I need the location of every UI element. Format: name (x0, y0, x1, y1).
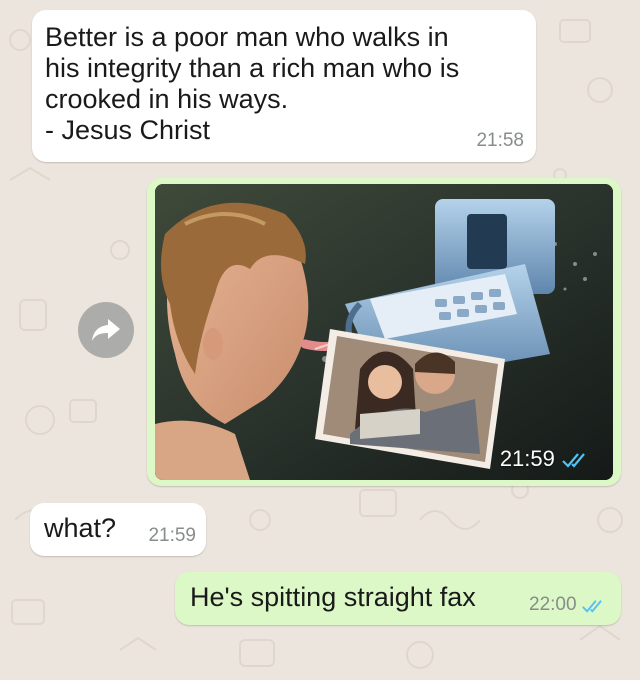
double-check-icon (582, 599, 602, 613)
outgoing-message-punchline[interactable]: He's spitting straight fax 22:00 (175, 572, 621, 625)
outgoing-image-message[interactable]: 21:59 (147, 178, 621, 486)
meme-image (155, 184, 613, 480)
timestamp-text: 22:00 (529, 594, 577, 615)
message-line: his integrity than a rich man who is (45, 53, 460, 83)
meme-photo[interactable] (155, 184, 613, 480)
double-check-icon (562, 453, 585, 468)
message-line: crooked in his ways. (45, 84, 289, 114)
message-timestamp: 22:00 (529, 594, 609, 616)
message-text: Better is a poor man who walks in his in… (45, 22, 525, 146)
message-text: what? (44, 513, 117, 543)
timestamp-text: 21:59 (499, 446, 555, 471)
message-timestamp: 21:59 (148, 525, 196, 546)
message-timestamp: 21:58 (476, 130, 524, 151)
message-line: Better is a poor man who walks in (45, 22, 449, 52)
message-line: - Jesus Christ (45, 115, 211, 145)
incoming-message-quote[interactable]: Better is a poor man who walks in his in… (32, 10, 536, 162)
message-text: He's spitting straight fax (190, 582, 476, 612)
message-timestamp: 21:59 (500, 446, 593, 472)
forward-button[interactable] (78, 302, 134, 358)
forward-icon (92, 319, 120, 341)
incoming-message-what[interactable]: what? 21:59 (30, 503, 206, 556)
